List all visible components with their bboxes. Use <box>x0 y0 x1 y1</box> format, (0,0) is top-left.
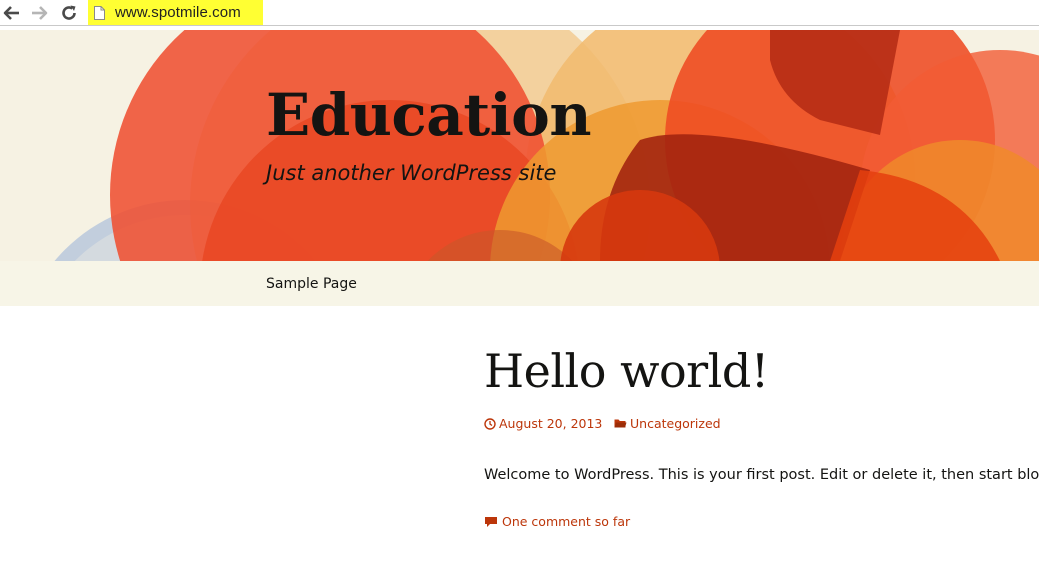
post-category: Uncategorized <box>630 416 721 431</box>
clock-icon <box>484 417 496 430</box>
comments-label: One comment so far <box>502 514 631 529</box>
nav-item-sample-page[interactable]: Sample Page <box>266 276 357 292</box>
arrow-right-icon <box>32 6 48 20</box>
reload-icon <box>62 5 76 20</box>
comment-bubble-icon <box>485 516 497 527</box>
post-category-link[interactable]: Uncategorized <box>614 416 721 431</box>
post-title[interactable]: Hello world! <box>484 348 769 394</box>
post-content: Welcome to WordPress. This is your first… <box>484 467 1039 483</box>
forward-button[interactable] <box>28 2 50 24</box>
page-icon <box>94 5 105 20</box>
folder-icon <box>614 419 627 428</box>
post-date-link[interactable]: August 20, 2013 <box>484 416 602 431</box>
address-bar[interactable]: www.spotmile.com <box>88 0 263 25</box>
arrow-left-icon <box>3 6 19 20</box>
reload-button[interactable] <box>58 2 80 24</box>
site-header: Education Just another WordPress site <box>0 30 1039 261</box>
main-navigation: Sample Page <box>0 261 1039 306</box>
url-text: www.spotmile.com <box>115 4 241 21</box>
back-button[interactable] <box>1 2 23 24</box>
comments-link[interactable]: One comment so far <box>484 514 630 529</box>
post-date: August 20, 2013 <box>499 416 603 431</box>
browser-toolbar: www.spotmile.com <box>0 0 1039 26</box>
site-title[interactable]: Education <box>266 86 592 144</box>
site-description: Just another WordPress site <box>266 161 557 185</box>
